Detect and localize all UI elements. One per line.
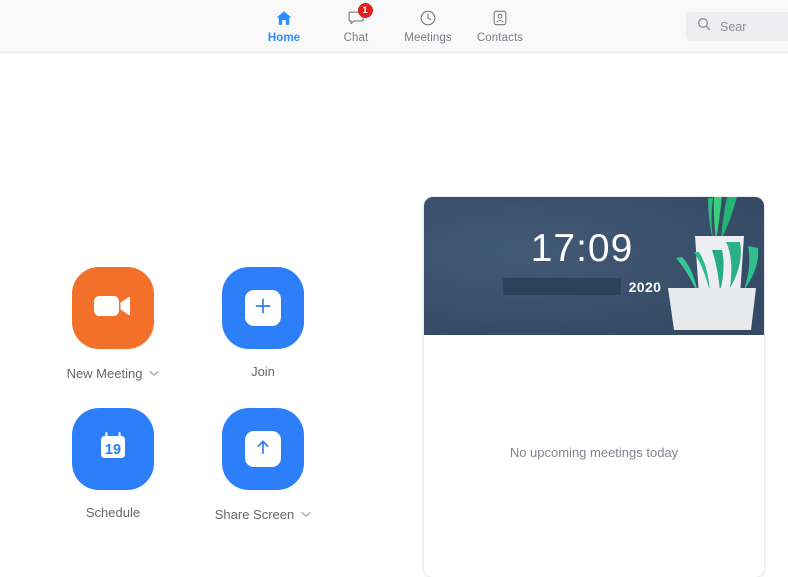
- main-content: New Meeting Join 19 Schedule Share Scree…: [0, 53, 788, 577]
- search-placeholder: Sear: [720, 19, 747, 34]
- date-row: 2020: [424, 278, 764, 295]
- no-meetings-message: No upcoming meetings today: [509, 445, 679, 460]
- plus-icon: [253, 296, 273, 321]
- calendar-day-number: 19: [105, 442, 121, 458]
- join-button[interactable]: Join: [188, 267, 338, 382]
- share-screen-button[interactable]: Share Screen: [188, 408, 338, 523]
- share-screen-label: Share Screen: [214, 506, 295, 522]
- share-screen-tile-icon: [222, 408, 304, 490]
- search-icon: [697, 17, 711, 36]
- year-label: 2020: [628, 278, 662, 295]
- clock-time: 17:09: [530, 227, 634, 270]
- nav-label-contacts: Contacts: [476, 32, 524, 44]
- schedule-label-row: Schedule: [86, 505, 140, 520]
- nav-label-chat: Chat: [343, 32, 369, 44]
- join-label-row: Join: [251, 364, 275, 379]
- up-arrow-icon: [253, 437, 273, 462]
- main-navigation: Home 1 Chat Meetings Contacts: [248, 0, 536, 52]
- tile-row-top: New Meeting Join: [38, 267, 338, 382]
- nav-label-meetings: Meetings: [404, 32, 452, 44]
- nav-item-home[interactable]: Home: [248, 0, 320, 52]
- new-meeting-label-row: New Meeting: [67, 364, 160, 382]
- join-label: Join: [251, 364, 275, 379]
- chevron-down-icon[interactable]: [149, 364, 160, 382]
- nav-item-contacts[interactable]: Contacts: [464, 0, 536, 52]
- calendar-icon: 19: [94, 428, 132, 471]
- schedule-tile-icon: 19: [72, 408, 154, 490]
- upcoming-meetings-card: 17:09 2020 No upcoming meetings today: [424, 197, 764, 577]
- nav-label-home: Home: [267, 32, 301, 44]
- join-tile-icon: [222, 267, 304, 349]
- redacted-date-bar: [502, 278, 621, 295]
- video-camera-icon: [93, 292, 133, 325]
- card-hero-banner: 17:09 2020: [424, 197, 764, 335]
- join-inner-square: [245, 290, 281, 326]
- card-body: No upcoming meetings today: [424, 335, 764, 577]
- tile-row-bottom: 19 Schedule Share Screen: [38, 408, 338, 523]
- schedule-button[interactable]: 19 Schedule: [38, 408, 188, 523]
- nav-item-chat[interactable]: 1 Chat: [320, 0, 392, 52]
- chat-unread-badge: 1: [357, 3, 373, 18]
- new-meeting-tile-icon: [72, 267, 154, 349]
- contacts-icon: [491, 8, 509, 28]
- search-input[interactable]: Sear: [686, 12, 788, 41]
- chevron-down-icon[interactable]: [301, 505, 311, 523]
- share-screen-inner-square: [245, 431, 281, 467]
- new-meeting-button[interactable]: New Meeting: [38, 267, 188, 382]
- app-header: Home 1 Chat Meetings Contacts Sear: [0, 0, 788, 53]
- share-screen-label-row: Share Screen: [215, 505, 312, 523]
- home-icon: [275, 8, 293, 28]
- action-tiles: New Meeting Join 19 Schedule Share Scree…: [38, 267, 338, 549]
- new-meeting-label: New Meeting: [66, 365, 143, 381]
- clock-icon: [419, 8, 437, 28]
- schedule-label: Schedule: [85, 505, 141, 520]
- chat-icon: 1: [347, 3, 373, 28]
- nav-item-meetings[interactable]: Meetings: [392, 0, 464, 52]
